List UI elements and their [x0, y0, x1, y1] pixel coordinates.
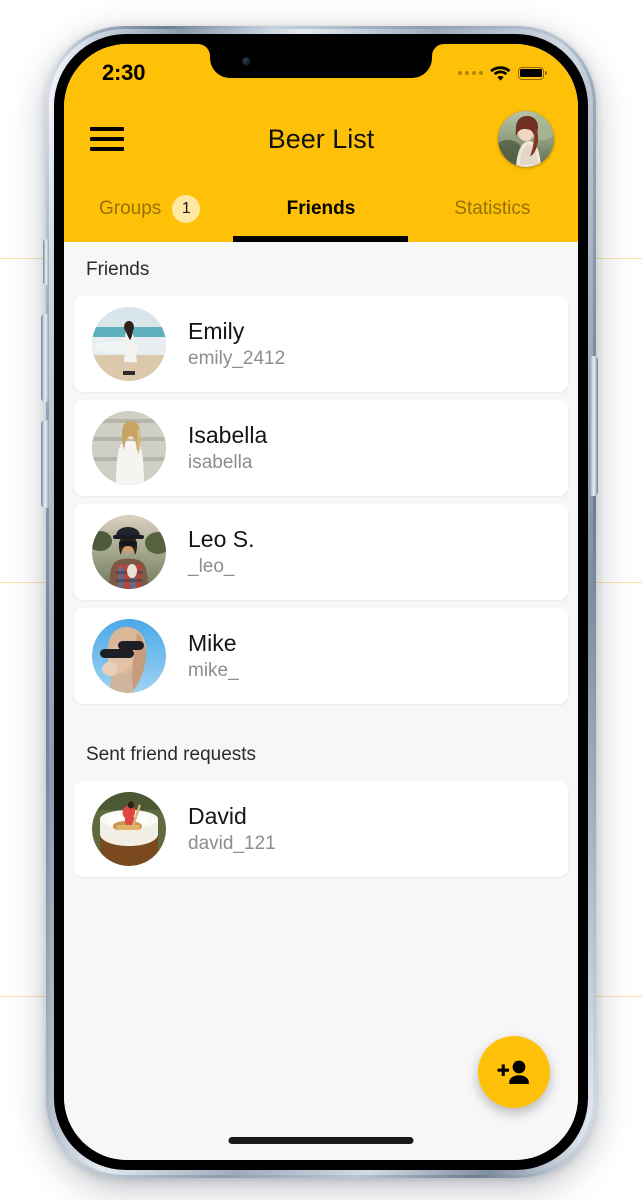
list-item-meta: Mike mike_ — [188, 629, 239, 684]
avatar — [92, 515, 166, 589]
list-item-handle: _leo_ — [188, 555, 235, 577]
section-header-friends: Friends — [86, 259, 150, 280]
avatar — [92, 411, 166, 485]
list-item-name: Mike — [188, 629, 237, 656]
status-bar-time: 2:30 — [102, 60, 146, 85]
tab-friends-label: Friends — [286, 198, 356, 219]
app-bar: Beer List — [64, 98, 578, 180]
tab-friends[interactable]: Friends — [235, 180, 406, 242]
list-item-meta: Isabella isabella — [188, 421, 267, 476]
tab-groups[interactable]: Groups 1 — [64, 180, 235, 242]
tab-groups-badge: 1 — [172, 195, 201, 223]
cellular-dots-icon — [457, 70, 483, 76]
volume-up-button[interactable] — [41, 314, 49, 402]
front-camera-icon — [242, 57, 251, 66]
screenshot-root: 2:30 Beer List Groups 1 Friends Statisti… — [0, 0, 642, 1200]
volume-down-button[interactable] — [41, 420, 49, 508]
add-person-icon — [497, 1060, 529, 1084]
tab-groups-label: Groups — [99, 198, 162, 219]
add-friend-fab[interactable] — [478, 1036, 550, 1108]
list-item-handle: emily_2412 — [188, 347, 286, 369]
list-item[interactable]: Isabella isabella — [74, 400, 568, 496]
tab-statistics-label: Statistics — [454, 198, 531, 219]
list-item-name: Leo S. — [188, 525, 255, 552]
wifi-icon — [490, 65, 511, 81]
list-item[interactable]: Leo S. _leo_ — [74, 504, 568, 600]
hamburger-menu-icon[interactable] — [90, 127, 124, 151]
list-item-meta: Leo S. _leo_ — [188, 525, 255, 580]
phone-screen: 2:30 Beer List Groups 1 Friends Statisti… — [64, 44, 578, 1160]
list-item[interactable]: Emily emily_2412 — [74, 296, 568, 392]
avatar — [92, 619, 166, 693]
list-item[interactable]: David david_121 — [74, 781, 568, 877]
home-indicator[interactable] — [228, 1137, 414, 1144]
status-bar: 2:30 — [64, 44, 578, 98]
list-item-handle: mike_ — [188, 659, 239, 681]
battery-full-icon — [518, 66, 547, 80]
avatar — [92, 792, 166, 866]
section-header-sent-requests: Sent friend requests — [86, 744, 257, 765]
mute-switch-button[interactable] — [43, 239, 49, 285]
tab-bar: Groups 1 Friends Statistics — [64, 180, 578, 242]
avatar[interactable] — [498, 111, 554, 167]
list-item-meta: Emily emily_2412 — [188, 317, 285, 372]
list-item-name: Emily — [188, 317, 245, 344]
friends-list-content: Friends Emily emily_2412 Isabella isabel… — [64, 242, 578, 1160]
status-bar-indicators — [457, 65, 547, 81]
avatar — [92, 307, 166, 381]
tab-statistics[interactable]: Statistics — [407, 180, 578, 242]
list-item[interactable]: Mike mike_ — [74, 608, 568, 704]
list-item-name: David — [188, 802, 247, 829]
display-notch — [210, 44, 432, 78]
list-item-handle: isabella — [188, 451, 253, 473]
list-item-handle: david_121 — [188, 832, 276, 854]
list-item-meta: David david_121 — [188, 802, 276, 857]
power-button[interactable] — [590, 356, 598, 496]
list-item-name: Isabella — [188, 421, 268, 448]
